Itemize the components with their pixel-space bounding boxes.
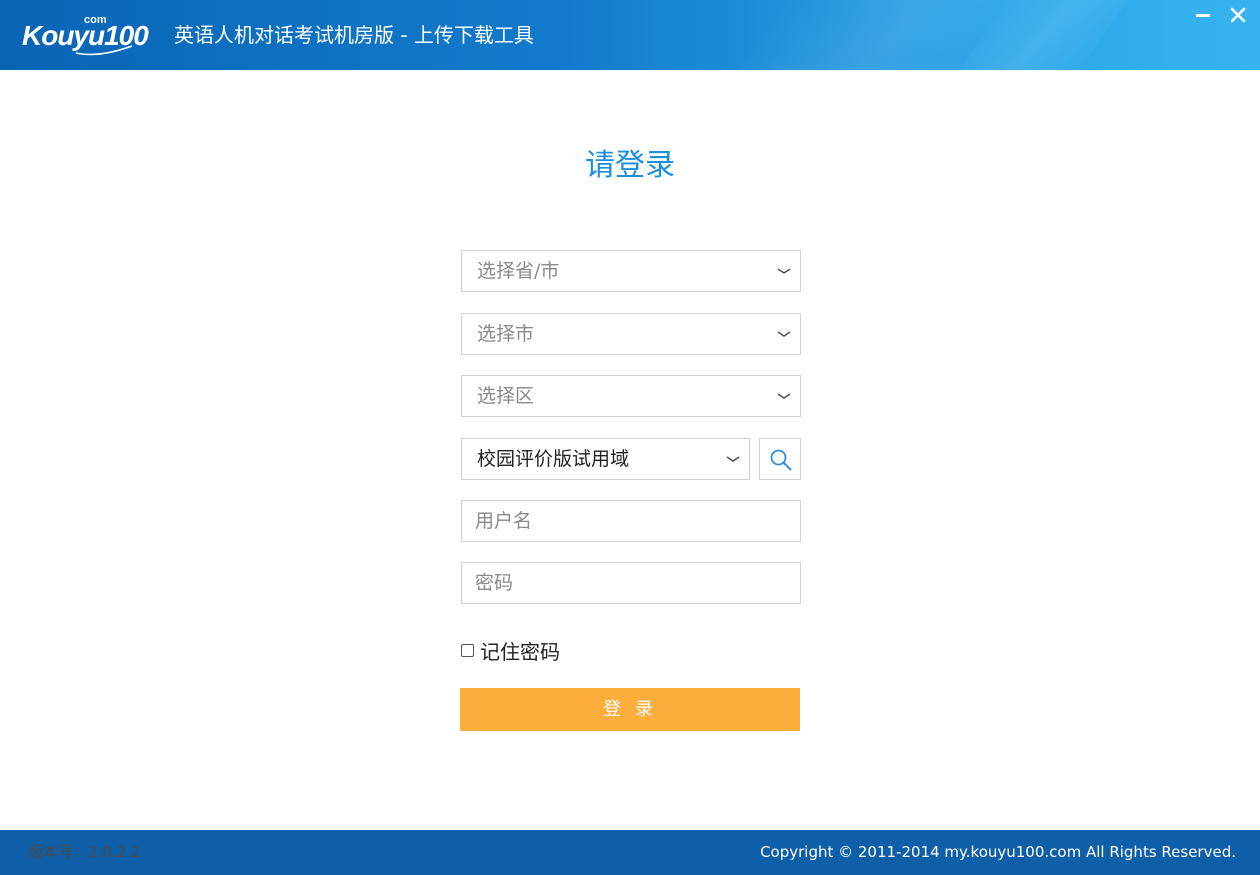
province-select-value: 选择省/市: [477, 260, 560, 282]
copyright-text: Copyright © 2011-2014 my.kouyu100.com Al…: [760, 843, 1236, 861]
chevron-down-icon: [777, 268, 791, 274]
district-select-value: 选择区: [477, 385, 535, 407]
logo-swoosh-icon: [75, 45, 133, 56]
district-select[interactable]: 选择区: [461, 375, 801, 417]
search-button[interactable]: [759, 438, 801, 480]
minimize-icon: [1196, 14, 1210, 17]
username-field[interactable]: 用户名: [461, 500, 801, 542]
app-title: 英语人机对话考试机房版 - 上传下载工具: [174, 23, 534, 47]
remember-password-checkbox[interactable]: [461, 643, 474, 657]
city-select[interactable]: 选择市: [461, 313, 801, 355]
city-select-value: 选择市: [477, 323, 535, 345]
chevron-down-icon: [726, 456, 740, 462]
login-button[interactable]: 登 录: [460, 688, 800, 731]
school-select-value: 校园评价版试用域: [477, 448, 630, 470]
password-placeholder: 密码: [475, 572, 514, 594]
province-select[interactable]: 选择省/市: [461, 250, 801, 292]
chevron-down-icon: [777, 331, 791, 337]
kouyu100-logo: Kouyu100 com: [22, 14, 162, 58]
school-select[interactable]: 校园评价版试用域: [461, 438, 750, 480]
username-placeholder: 用户名: [475, 510, 533, 532]
search-icon: [770, 449, 792, 471]
logo-com: com: [84, 14, 107, 26]
chevron-down-icon: [777, 393, 791, 399]
title-bar: Kouyu100 com 英语人机对话考试机房版 - 上传下载工具: [0, 0, 1260, 70]
remember-password[interactable]: 记住密码: [461, 638, 560, 664]
remember-password-label: 记住密码: [480, 639, 560, 664]
footer: 版本号：2.0.2.2 Copyright © 2011-2014 my.kou…: [0, 830, 1260, 875]
close-icon: [1230, 7, 1246, 23]
version-label: 版本号：2.0.2.2: [28, 843, 141, 861]
minimize-button[interactable]: [1192, 4, 1214, 26]
close-button[interactable]: [1227, 4, 1249, 26]
login-heading: 请登录: [585, 148, 675, 183]
password-field[interactable]: 密码: [461, 562, 801, 604]
